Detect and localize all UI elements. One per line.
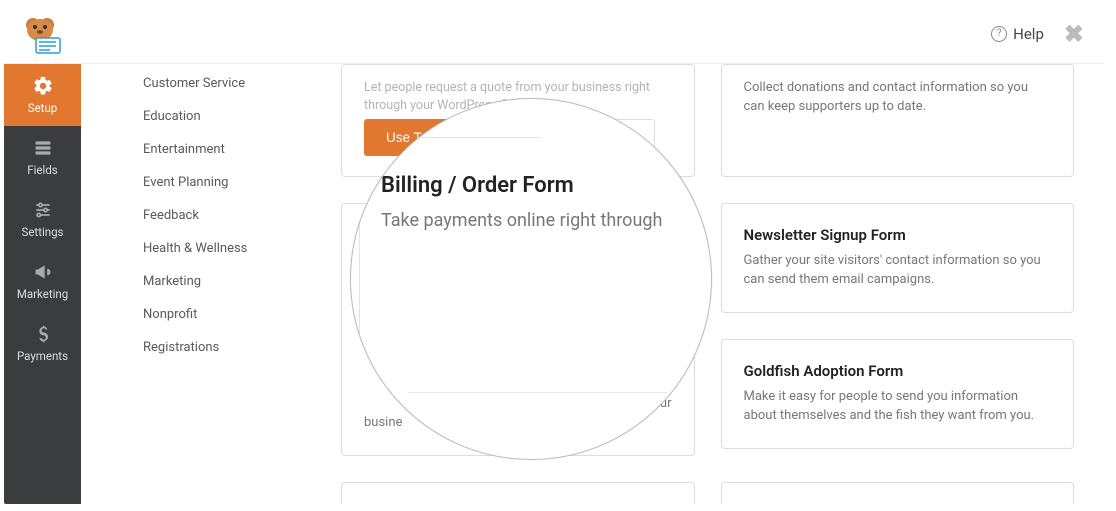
sidebar-label: Fields (27, 163, 57, 177)
magnified-desc: Take payments online right through (381, 210, 691, 231)
gear-icon (32, 75, 54, 97)
template-card-purchase-order[interactable]: Purchase Order Request Form Let your emp… (341, 482, 695, 504)
template-desc: Gather your site visitors' contact infor… (744, 252, 1052, 290)
template-desc: Make it easy for people to send you info… (744, 388, 1052, 426)
template-card-merchandise[interactable]: Merchandise Order Form Use this template… (721, 482, 1075, 504)
main-content: Let people request a quote from your bus… (311, 64, 1104, 504)
bullhorn-icon (32, 261, 54, 283)
sidebar-item-settings[interactable]: Settings (4, 188, 81, 250)
template-desc: Collect donations and contact informatio… (744, 79, 1052, 117)
magnifier-overlay: Billing / Order Form Take payments onlin… (350, 98, 712, 460)
help-link[interactable]: ? Help (991, 25, 1044, 43)
fields-icon (32, 137, 54, 159)
sidebar-item-setup[interactable]: Setup (4, 64, 81, 126)
template-title: Newsletter Signup Form (744, 226, 1052, 244)
sliders-icon (32, 199, 54, 221)
close-icon[interactable]: ✖ (1064, 20, 1084, 48)
sidebar-item-payments[interactable]: Payments (4, 312, 81, 374)
magnified-title: Billing / Order Form (381, 173, 691, 198)
category-item[interactable]: Event Planning (81, 166, 311, 199)
category-item[interactable]: Marketing (81, 265, 311, 298)
sidebar-label: Payments (17, 349, 68, 363)
dollar-icon (32, 323, 54, 345)
template-title: Goldfish Adoption Form (744, 362, 1052, 380)
wpforms-logo (18, 12, 66, 56)
sidebar-label: Marketing (17, 287, 68, 301)
template-card-donations[interactable]: Collect donations and contact informatio… (721, 64, 1075, 177)
sidebar: Setup Fields Settings Marketing Payments (4, 64, 81, 504)
sidebar-label: Settings (22, 225, 64, 239)
help-label: Help (1013, 25, 1044, 43)
category-item[interactable]: Feedback (81, 199, 311, 232)
sidebar-item-fields[interactable]: Fields (4, 126, 81, 188)
category-item[interactable]: Entertainment (81, 133, 311, 166)
category-item[interactable]: Health & Wellness (81, 232, 311, 265)
template-card-goldfish[interactable]: Goldfish Adoption Form Make it easy for … (721, 339, 1075, 449)
category-item[interactable]: Customer Service (81, 67, 311, 100)
help-icon: ? (991, 26, 1007, 42)
category-list: Customer Service Education Entertainment… (81, 64, 311, 504)
topbar: ? Help ✖ (4, 4, 1104, 64)
sidebar-item-marketing[interactable]: Marketing (4, 250, 81, 312)
category-item[interactable]: Registrations (81, 331, 311, 364)
sidebar-label: Setup (28, 101, 58, 115)
category-item[interactable]: Nonprofit (81, 298, 311, 331)
category-item[interactable]: Education (81, 100, 311, 133)
template-card-newsletter[interactable]: Newsletter Signup Form Gather your site … (721, 203, 1075, 313)
